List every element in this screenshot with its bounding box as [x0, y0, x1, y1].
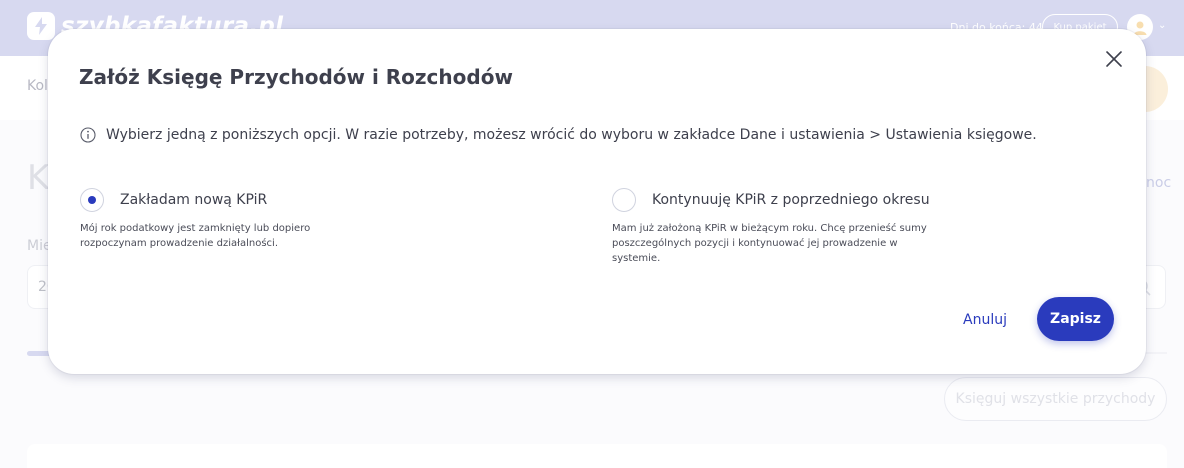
- close-button[interactable]: [1101, 46, 1127, 72]
- info-circle-icon: [80, 127, 96, 143]
- close-icon: [1106, 51, 1122, 67]
- option-new-kpir-description: Mój rok podatkowy jest zamknięty lub dop…: [80, 223, 311, 249]
- option-new-kpir-label[interactable]: Zakładam nową KPiR: [120, 192, 267, 208]
- option-new-kpir-control[interactable]: Zakładam nową KPiR: [80, 188, 380, 212]
- option-continue-kpir-label[interactable]: Kontynuuję KPiR z poprzedniego okresu: [652, 192, 930, 208]
- option-continue-kpir: Kontynuuję KPiR z poprzedniego okresu Ma…: [612, 188, 930, 266]
- dialog-title: Załóż Księgę Przychodów i Rozchodów: [79, 65, 513, 89]
- option-continue-kpir-description: Mam już założoną KPiR w bieżącym roku. C…: [612, 223, 927, 264]
- radio-continue-kpir[interactable]: [612, 188, 636, 212]
- option-continue-kpir-control[interactable]: Kontynuuję KPiR z poprzedniego okresu: [612, 188, 930, 212]
- option-new-kpir: Zakładam nową KPiR Mój rok podatkowy jes…: [80, 188, 380, 251]
- cancel-button[interactable]: Anuluj: [948, 309, 1022, 331]
- radio-new-kpir[interactable]: [80, 188, 104, 212]
- save-button[interactable]: Zapisz: [1037, 297, 1114, 341]
- info-message: Wybierz jedną z poniższych opcji. W razi…: [80, 127, 1037, 143]
- info-text: Wybierz jedną z poniższych opcji. W razi…: [106, 127, 1037, 143]
- create-kpir-dialog: Załóż Księgę Przychodów i Rozchodów Wybi…: [48, 29, 1146, 374]
